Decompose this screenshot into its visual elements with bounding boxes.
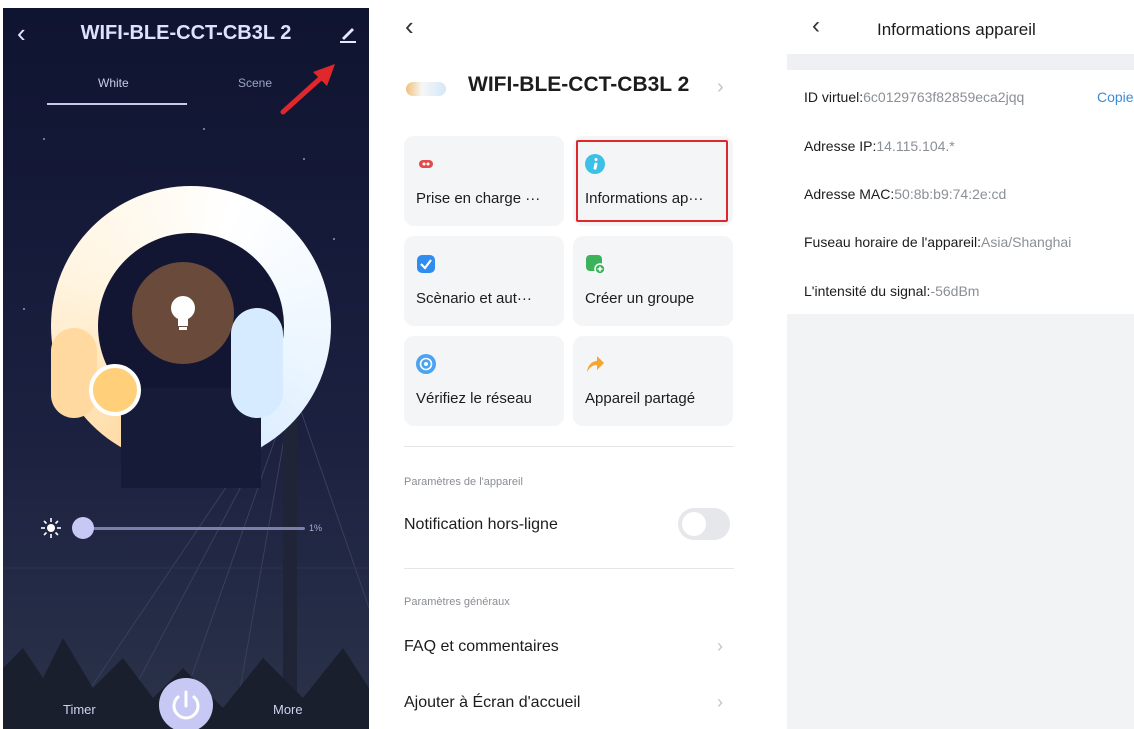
star <box>303 158 305 160</box>
card-create-group[interactable]: Créer un groupe <box>573 236 733 326</box>
timezone-row: Fuseau horaire de l'appareil:Asia/Shangh… <box>804 234 1071 250</box>
mac-label: Adresse MAC: <box>804 186 895 202</box>
chevron-right-icon: › <box>717 636 723 656</box>
device-settings-section-title: Paramètres de l'appareil <box>404 476 523 488</box>
divider <box>404 568 734 569</box>
edit-icon[interactable] <box>336 22 360 46</box>
wheel-warm-end <box>51 328 97 418</box>
power-button[interactable] <box>159 678 213 729</box>
star <box>333 238 335 240</box>
device-lamp-icon <box>406 82 446 96</box>
page-title: Informations appareil <box>877 20 1036 39</box>
support-icon <box>419 160 433 168</box>
mac-row: Adresse MAC:50:8b:b9:74:2e:cd <box>804 186 1006 202</box>
card-support[interactable]: Prise en charge ··· <box>404 136 564 226</box>
device-name[interactable]: WIFI-BLE-CCT-CB3L 2 <box>468 73 689 97</box>
device-settings-screen: ‹ WIFI-BLE-CCT-CB3L 2 › Prise en charge … <box>380 0 756 729</box>
ip-row: Adresse IP:14.115.104.* <box>804 138 955 154</box>
toggle-knob <box>682 512 706 536</box>
device-info-screen: ‹ Informations appareil ID virtuel:6c012… <box>787 0 1134 729</box>
more-button[interactable]: More <box>273 702 303 717</box>
virtual-id-label: ID virtuel: <box>804 89 864 105</box>
tab-underline <box>47 103 187 105</box>
card-automation-label: Scènario et aut··· <box>416 290 532 307</box>
card-shared-device-label: Appareil partagé <box>585 390 696 407</box>
add-group-icon <box>586 255 605 274</box>
header-separator <box>787 54 1134 70</box>
general-settings-section-title: Paramètres généraux <box>404 596 510 608</box>
star <box>203 128 205 130</box>
brightness-slider-thumb[interactable] <box>72 517 94 539</box>
power-icon <box>172 690 200 720</box>
wheel-cool-end <box>231 308 283 418</box>
tab-white[interactable]: White <box>98 76 129 90</box>
signal-row: L'intensité du signal:-56dBm <box>804 283 979 299</box>
automation-check-icon <box>417 255 435 273</box>
annotation-arrow-icon <box>280 64 335 115</box>
timer-button[interactable]: Timer <box>63 702 96 717</box>
signal-value: -56dBm <box>930 283 980 299</box>
offline-notification-label: Notification hors-ligne <box>404 516 558 533</box>
copy-button[interactable]: Copie <box>1097 89 1134 105</box>
mac-value: 50:8b:b9:74:2e:cd <box>894 186 1007 202</box>
card-support-label: Prise en charge ··· <box>416 190 541 207</box>
star <box>43 138 45 140</box>
network-icon <box>416 354 436 374</box>
share-icon <box>587 356 604 372</box>
ip-label: Adresse IP: <box>804 138 877 154</box>
color-temperature-handle[interactable] <box>89 364 141 416</box>
back-icon[interactable]: ‹ <box>17 20 37 46</box>
page-title: WIFI-BLE-CCT-CB3L 2 <box>80 22 292 44</box>
divider <box>404 446 734 447</box>
virtual-id-value: 6c0129763f82859eca2jqq <box>863 89 1025 105</box>
card-check-network-label: Vérifiez le réseau <box>416 390 532 407</box>
star <box>23 308 25 310</box>
highlight-box <box>576 140 728 222</box>
back-icon[interactable]: ‹ <box>812 14 820 38</box>
card-create-group-label: Créer un groupe <box>585 290 695 307</box>
card-check-network[interactable]: Vérifiez le réseau <box>404 336 564 426</box>
add-to-home-screen-row[interactable]: Ajouter à Écran d'accueil <box>404 694 580 712</box>
card-shared-device[interactable]: Appareil partagé <box>573 336 733 426</box>
card-automation[interactable]: Scènario et aut··· <box>404 236 564 326</box>
timezone-value: Asia/Shanghai <box>981 234 1072 250</box>
device-control-screen: ‹ WIFI-BLE-CCT-CB3L 2 White Scene 1% Tim… <box>3 8 369 729</box>
virtual-id-row: ID virtuel:6c0129763f82859eca2jqq <box>804 89 1024 105</box>
signal-label: L'intensité du signal: <box>804 283 931 299</box>
faq-row[interactable]: FAQ et commentaires <box>404 638 559 656</box>
back-icon[interactable]: ‹ <box>405 13 414 39</box>
timezone-label: Fuseau horaire de l'appareil: <box>804 234 982 250</box>
brightness-value: 1% <box>309 523 323 533</box>
brightness-slider[interactable] <box>85 527 305 530</box>
brightness-icon <box>41 518 61 538</box>
chevron-right-icon: › <box>717 76 724 98</box>
bulb-icon <box>171 296 195 330</box>
tab-scene[interactable]: Scene <box>238 76 272 90</box>
ip-value: 14.115.104.* <box>876 138 955 154</box>
chevron-right-icon: › <box>717 692 723 712</box>
